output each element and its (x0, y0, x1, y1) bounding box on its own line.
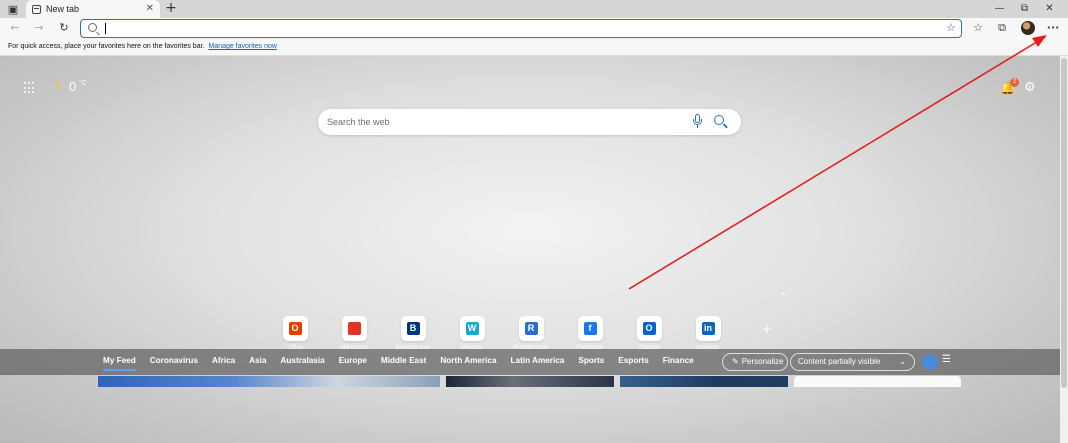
tab-title: New tab (46, 4, 80, 14)
news-card[interactable] (794, 376, 961, 387)
address-input[interactable] (105, 21, 935, 36)
quick-link-tile: in (695, 316, 721, 341)
news-card[interactable] (620, 376, 788, 387)
feed-tab[interactable]: North America (440, 356, 496, 371)
site-logo-icon: f (583, 322, 597, 335)
chevron-up-icon[interactable]: ^ (779, 292, 787, 302)
quick-link[interactable]: B Booking.com (396, 316, 430, 351)
moon-icon: ☽ (50, 79, 62, 94)
weather-temperature[interactable]: 0 (69, 79, 76, 94)
microphone-icon[interactable] (693, 114, 702, 130)
tab-strip: ▣ New tab ✕ + — ⧉ ✕ (0, 0, 1068, 18)
site-logo-icon (347, 322, 361, 335)
favorites-bar: For quick access, place your favorites h… (0, 39, 1068, 56)
personalize-label: Personalize (741, 357, 784, 366)
quick-link-tile: O (636, 316, 662, 341)
feed-tab[interactable]: Australasia (281, 356, 325, 371)
tab-actions-icon[interactable]: ▣ (4, 1, 22, 17)
site-logo-icon: in (701, 322, 715, 335)
minimize-button[interactable]: — (987, 0, 1012, 18)
quick-link-tile: B (400, 316, 426, 341)
toolbar: ← → ↻ ☆ ☆ ⧉ ··· (0, 18, 1068, 39)
more-button[interactable]: ··· (1045, 20, 1061, 36)
feed-bar: My Feed Coronavirus Africa Asia Australasia E… (0, 349, 1060, 375)
window-controls: — ⧉ ✕ (987, 0, 1062, 18)
quick-link[interactable]: O Outlook (635, 316, 663, 351)
content-visibility-value: Content partially visible (798, 357, 881, 366)
personalize-button[interactable]: ✎ Personalize (722, 353, 788, 371)
page-scrollbar[interactable] (1060, 56, 1068, 443)
news-card[interactable] (446, 376, 614, 387)
site-logo-icon: B (406, 322, 420, 335)
web-search-box (318, 109, 741, 135)
feed-tab[interactable]: Finance (663, 356, 694, 371)
pencil-icon: ✎ (732, 357, 739, 366)
grid-layout-icon[interactable] (922, 354, 938, 370)
favorites-bar-hint: For quick access, place your favorites h… (8, 43, 205, 50)
app-launcher-icon[interactable] (24, 82, 36, 94)
feed-tab[interactable]: My Feed (103, 356, 136, 371)
quick-link-tile: R (518, 316, 544, 341)
text-caret (105, 23, 106, 34)
collections-button[interactable]: ⧉ (994, 20, 1010, 36)
quick-link[interactable]: O Office (281, 316, 309, 351)
quick-link[interactable]: in LinkedIn (694, 316, 722, 351)
address-bar[interactable]: ☆ (80, 19, 962, 38)
quick-link[interactable]: f Facebook (576, 316, 604, 351)
feed-tab[interactable]: Asia (249, 356, 266, 371)
quick-link[interactable]: AliExpress (340, 316, 368, 351)
close-window-button[interactable]: ✕ (1037, 0, 1062, 18)
feed-tab[interactable]: Esports (618, 356, 648, 371)
profile-avatar[interactable] (1021, 21, 1035, 35)
feed-tab[interactable]: Europe (339, 356, 367, 371)
chevron-down-icon: ⌄ (899, 357, 906, 366)
tab-close-icon[interactable]: ✕ (146, 3, 154, 14)
weather-unit: °C (79, 80, 87, 87)
quick-link[interactable]: W Megogo (458, 316, 486, 351)
favorites-button[interactable]: ☆ (970, 20, 986, 36)
feed-tab[interactable]: Middle East (381, 356, 427, 371)
new-tab-button[interactable]: + (164, 0, 178, 18)
site-logo-icon: R (524, 322, 538, 335)
restore-button[interactable]: ⧉ (1012, 0, 1037, 18)
feed-tab[interactable]: Coronavirus (150, 356, 198, 371)
refresh-button[interactable]: ↻ (56, 20, 72, 36)
web-search-input[interactable] (327, 114, 687, 130)
add-favorite-icon[interactable]: ☆ (946, 21, 956, 34)
search-icon (88, 23, 97, 32)
back-button[interactable]: ← (7, 20, 23, 36)
site-logo-icon: W (465, 322, 479, 335)
search-submit-icon[interactable] (713, 114, 729, 130)
content-visibility-select[interactable]: Content partially visible ⌄ (790, 353, 915, 371)
gear-icon[interactable]: ⚙ (1024, 80, 1036, 95)
quick-link-tile: O (282, 316, 308, 341)
manage-favorites-link[interactable]: Manage favorites now (208, 43, 276, 50)
new-tab-page-icon (32, 4, 41, 14)
notification-count-badge: 2 (1010, 78, 1019, 87)
feed-tab[interactable]: Sports (578, 356, 604, 371)
quick-link-tile: f (577, 316, 603, 341)
add-quick-link-icon[interactable]: + (762, 322, 772, 336)
feed-tab[interactable]: Africa (212, 356, 235, 371)
quick-link-tile: W (459, 316, 485, 341)
forward-button[interactable]: → (31, 20, 47, 36)
quick-link[interactable]: R Rozetka.com (513, 316, 549, 351)
quick-link-tile (341, 316, 367, 341)
site-logo-icon: O (642, 322, 656, 335)
feed-nav: My Feed Coronavirus Africa Asia Australasia E… (103, 356, 708, 371)
site-logo-icon: O (288, 322, 302, 335)
feed-tab[interactable]: Latin America (511, 356, 565, 371)
news-card[interactable] (98, 376, 440, 387)
scrollbar-thumb[interactable] (1061, 58, 1067, 388)
tab-new-tab[interactable]: New tab ✕ (26, 0, 160, 18)
list-layout-icon[interactable]: ☰ (942, 354, 951, 365)
